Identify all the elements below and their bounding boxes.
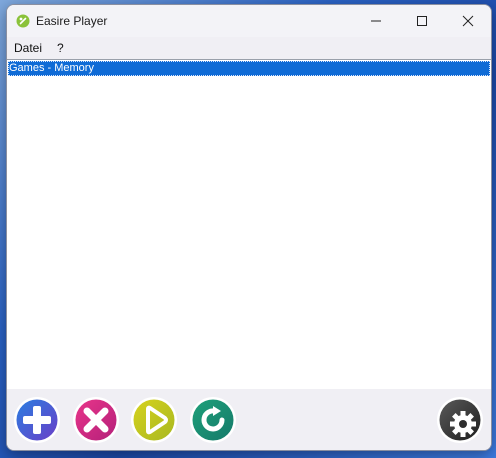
refresh-button[interactable] bbox=[189, 396, 237, 444]
menu-bar: Datei ? bbox=[7, 37, 491, 59]
close-button[interactable] bbox=[445, 5, 491, 37]
remove-button[interactable] bbox=[72, 396, 120, 444]
app-window: Easire Player Datei ? Games - Memory bbox=[6, 4, 492, 451]
menu-datei[interactable]: Datei bbox=[14, 41, 42, 55]
game-list[interactable]: Games - Memory bbox=[7, 59, 491, 390]
play-button[interactable] bbox=[130, 396, 178, 444]
toolbar bbox=[7, 389, 491, 450]
settings-button[interactable] bbox=[436, 396, 484, 444]
title-bar[interactable]: Easire Player bbox=[7, 5, 491, 37]
minimize-button[interactable] bbox=[353, 5, 399, 37]
maximize-icon bbox=[417, 16, 427, 26]
close-icon bbox=[462, 15, 474, 27]
window-title: Easire Player bbox=[36, 14, 108, 28]
list-item[interactable]: Games - Memory bbox=[8, 61, 490, 76]
minimize-icon bbox=[371, 20, 381, 22]
play-icon bbox=[133, 399, 175, 441]
maximize-button[interactable] bbox=[399, 5, 445, 37]
add-button[interactable] bbox=[13, 396, 61, 444]
menu-help[interactable]: ? bbox=[57, 41, 64, 55]
refresh-icon bbox=[192, 399, 234, 441]
app-logo-icon bbox=[16, 14, 30, 28]
